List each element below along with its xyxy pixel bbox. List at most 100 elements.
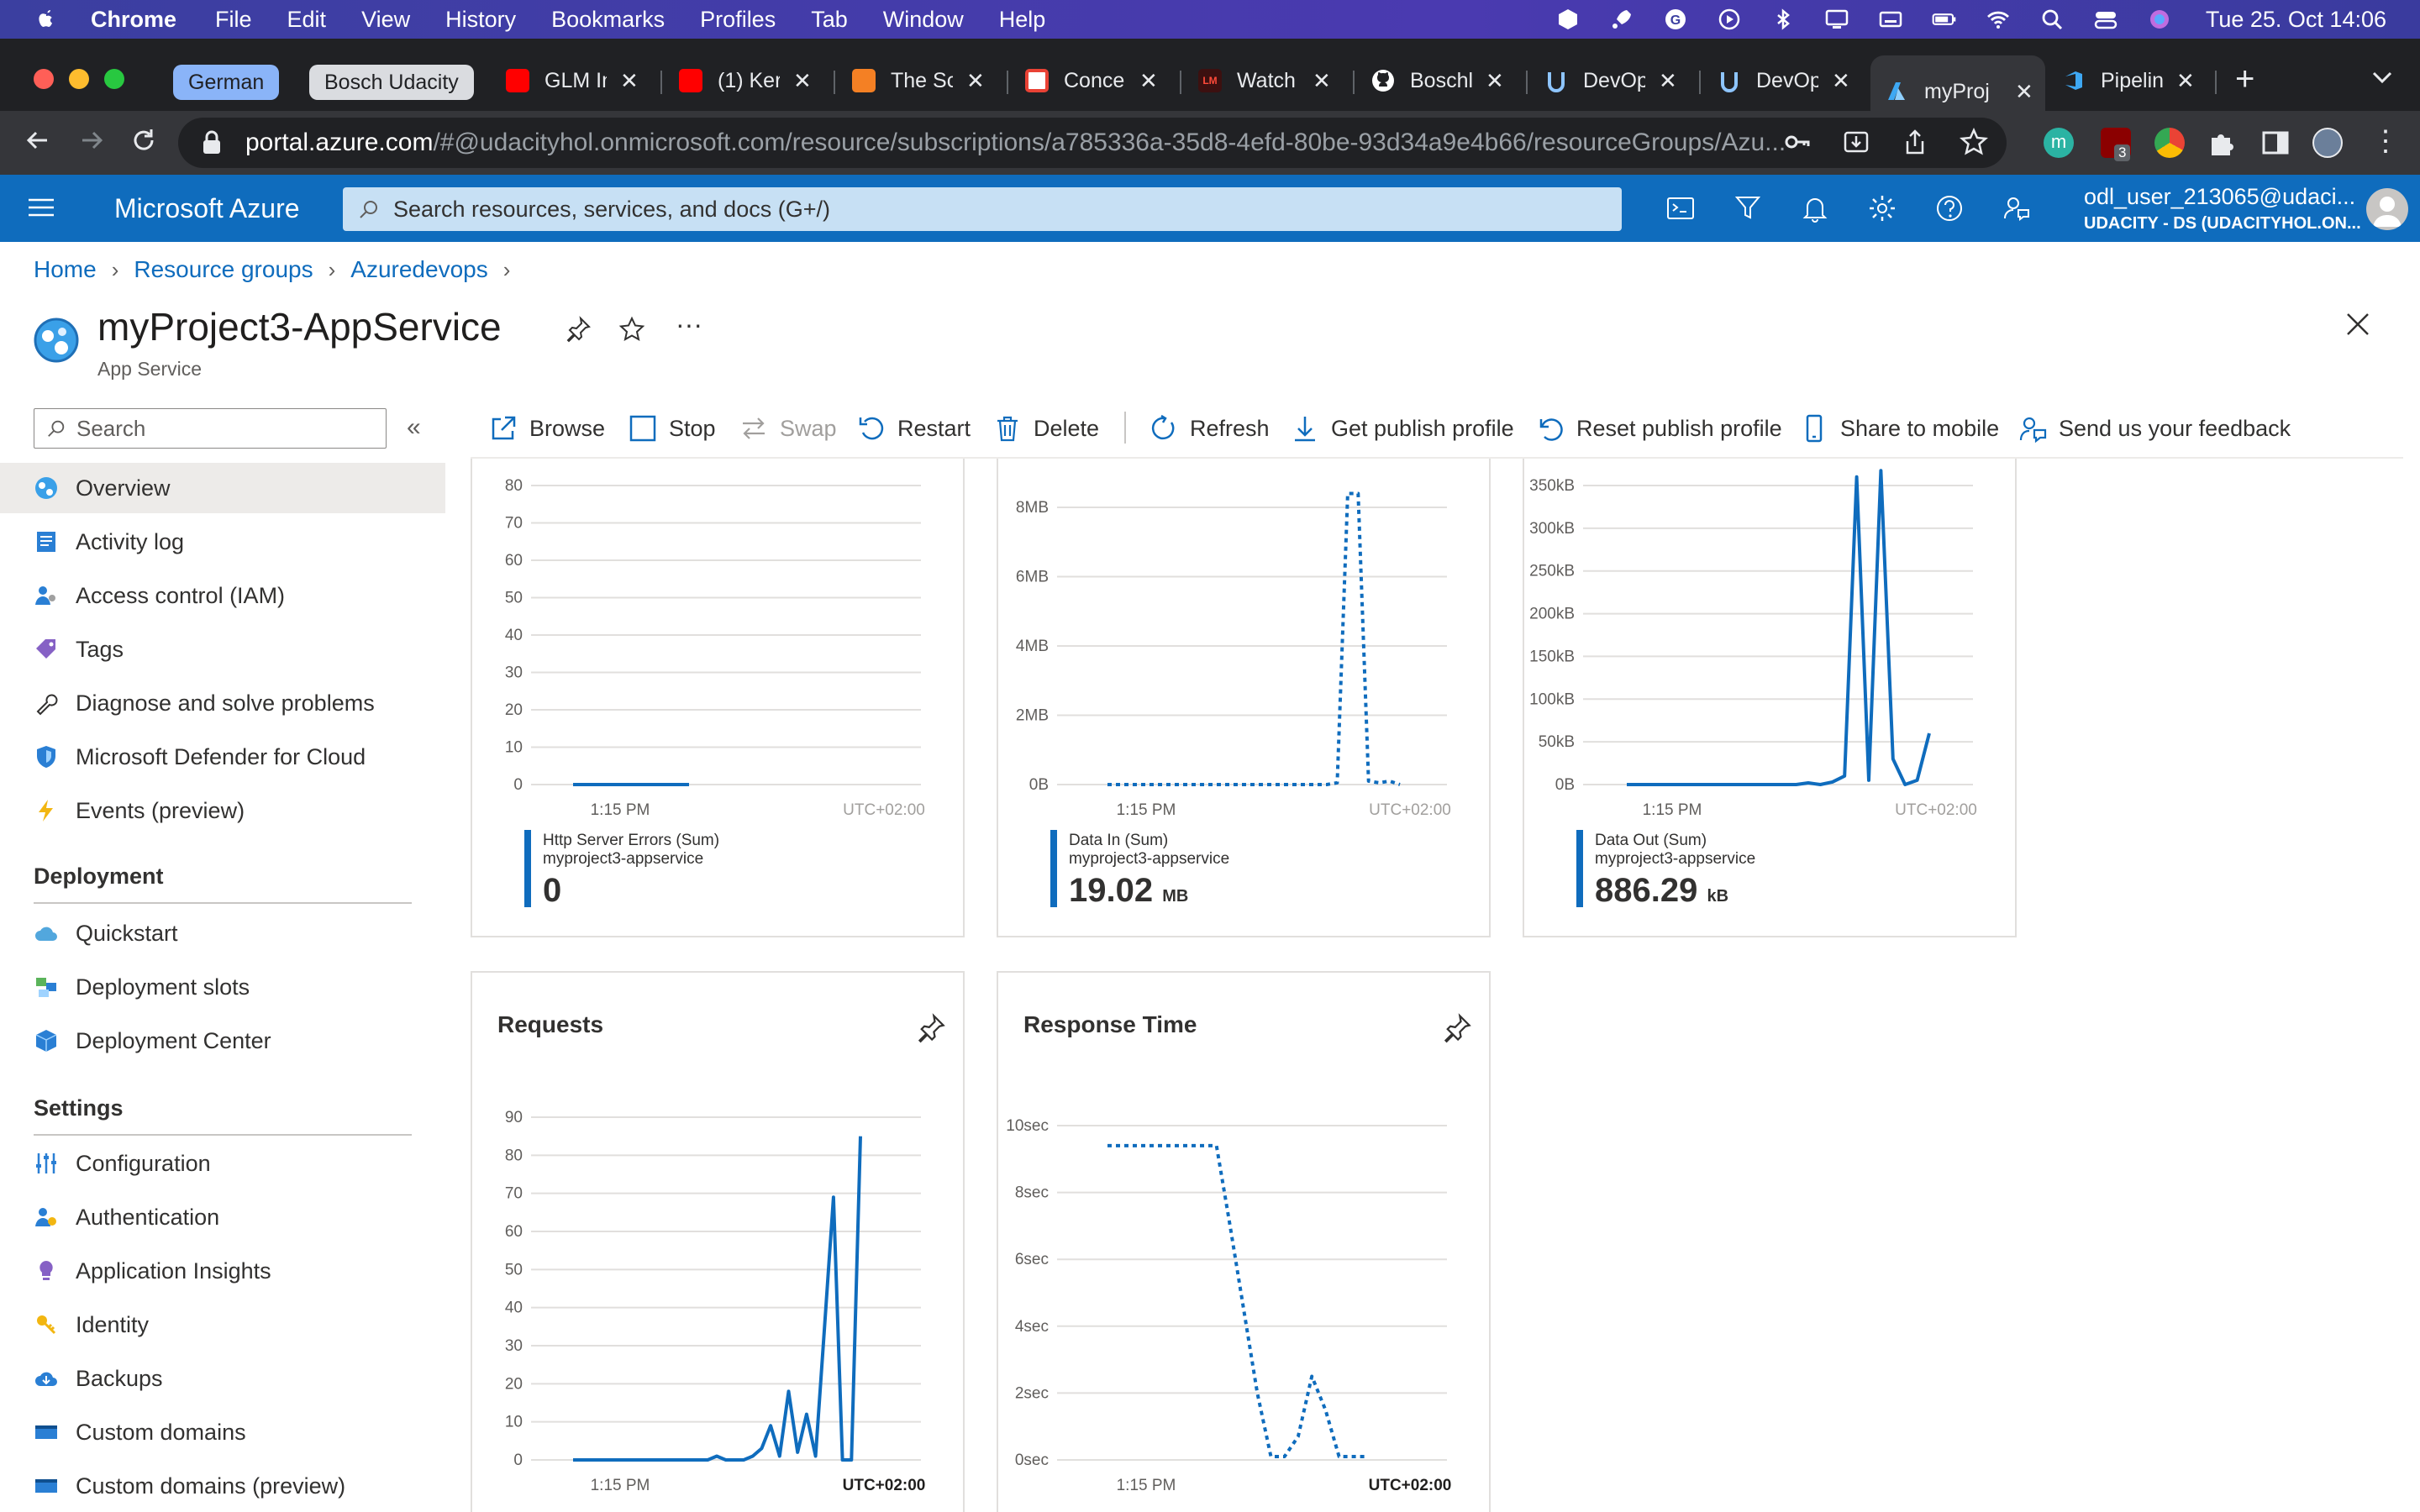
sidebar-item-deployment-center[interactable]: Deployment Center <box>0 1016 445 1066</box>
close-tab-icon[interactable]: ✕ <box>1313 68 1331 94</box>
help-icon[interactable] <box>1934 193 1965 223</box>
browser-tab[interactable]: (1) Ker ✕ <box>679 55 818 106</box>
breadcrumb-resource-groups[interactable]: Resource groups <box>134 256 313 283</box>
get-publish-profile-button[interactable]: Get publish profile <box>1291 410 1514 447</box>
avatar[interactable] <box>2366 188 2408 230</box>
delete-button[interactable]: Delete <box>993 410 1099 447</box>
series-line[interactable] <box>1627 469 1931 786</box>
address-bar[interactable]: portal.azure.com/#@udacityhol.onmicrosof… <box>178 118 2007 168</box>
menu-help[interactable]: Help <box>999 7 1046 33</box>
profile-avatar[interactable] <box>2312 128 2343 158</box>
sidebar-item-custom-domains-preview[interactable]: Custom domains (preview) <box>0 1461 445 1511</box>
series-line[interactable] <box>1107 491 1401 786</box>
sidebar-item-configuration[interactable]: Configuration <box>0 1138 445 1189</box>
browser-tab[interactable]: Boschl ✕ <box>1371 55 1511 106</box>
restart-button[interactable]: Restart <box>857 410 971 447</box>
reset-publish-profile-button[interactable]: Reset publish profile <box>1536 410 1782 447</box>
close-tab-icon[interactable]: ✕ <box>1139 68 1158 94</box>
refresh-button[interactable]: Refresh <box>1150 410 1270 447</box>
new-tab-button[interactable]: + <box>2235 60 2254 98</box>
sidebar-item-backups[interactable]: Backups <box>0 1353 445 1404</box>
close-tab-icon[interactable]: ✕ <box>966 68 985 94</box>
control-center-icon[interactable] <box>2093 7 2118 32</box>
sidebar-item-deployment-slots[interactable]: Deployment slots <box>0 962 445 1012</box>
collapse-sidebar-icon[interactable]: « <box>407 413 421 442</box>
sidebar-item-events[interactable]: Events (preview) <box>0 785 445 836</box>
sidebar-item-iam[interactable]: Access control (IAM) <box>0 570 445 621</box>
forward-button[interactable] <box>77 126 106 162</box>
tab-group-german[interactable]: German <box>173 65 280 100</box>
chrome-menu-icon[interactable]: ⋮ <box>2371 124 2400 158</box>
gear-icon[interactable] <box>1867 193 1897 223</box>
series-line[interactable] <box>573 1136 862 1462</box>
battery-icon[interactable] <box>1932 7 1957 32</box>
extension-m-icon[interactable]: m <box>2044 128 2074 158</box>
close-icon[interactable] <box>2344 311 2371 338</box>
install-icon[interactable] <box>1842 128 1870 156</box>
back-button[interactable] <box>24 126 52 162</box>
key-icon[interactable] <box>1783 128 1812 156</box>
close-tab-icon[interactable]: ✕ <box>2015 79 2033 105</box>
directory-filter-icon[interactable] <box>1733 193 1763 223</box>
browser-tab[interactable]: DevOp ✕ <box>1718 55 1857 106</box>
send-feedback-button[interactable]: Send us your feedback <box>2018 410 2291 447</box>
close-tab-icon[interactable]: ✕ <box>620 68 639 94</box>
sidebar-item-tags[interactable]: Tags <box>0 624 445 675</box>
rocket-status-icon[interactable] <box>1609 7 1634 32</box>
tile-http-errors[interactable]: 0 10 20 30 40 50 60 70 80 1:15 PM UTC+02:00 Http S… <box>471 403 965 937</box>
extension-chrome-icon[interactable] <box>2154 128 2185 158</box>
sidebar-item-custom-domains[interactable]: Custom domains <box>0 1407 445 1457</box>
share-icon[interactable] <box>1901 128 1929 156</box>
azure-brand[interactable]: Microsoft Azure <box>114 193 300 224</box>
keyboard-icon[interactable] <box>1878 7 1903 32</box>
browser-tab[interactable]: Pipelin ✕ <box>2062 55 2202 106</box>
sidebar-item-overview[interactable]: Overview <box>0 463 445 513</box>
sidebar-item-quickstart[interactable]: Quickstart <box>0 908 445 958</box>
tab-group-bosch-udacity[interactable]: Bosch Udacity <box>309 65 474 100</box>
reload-button[interactable] <box>129 126 158 162</box>
browser-tab[interactable]: LM Watch ✕ <box>1198 55 1338 106</box>
azure-search-input[interactable]: Search resources, services, and docs (G+… <box>343 187 1622 231</box>
tile-data-in[interactable]: 0B 2MB 4MB 6MB 8MB 1:15 PM UTC+02:00 Data In (… <box>997 403 1491 937</box>
close-tab-icon[interactable]: ✕ <box>1486 68 1504 94</box>
menu-edit[interactable]: Edit <box>287 7 327 33</box>
sidebar-item-activity-log[interactable]: Activity log <box>0 517 445 567</box>
extension-ublock-icon[interactable]: 3 <box>2101 128 2131 161</box>
side-panel-icon[interactable] <box>2260 128 2291 158</box>
apple-icon[interactable] <box>34 7 59 32</box>
sidebar-item-diagnose[interactable]: Diagnose and solve problems <box>0 678 445 728</box>
tile-requests[interactable]: Requests 0 10 20 30 40 50 60 70 80 90 1:15 PM UTC+0… <box>471 971 965 1512</box>
sidebar-search-input[interactable]: Search <box>34 408 387 449</box>
extensions-puzzle-icon[interactable] <box>2207 128 2237 158</box>
breadcrumb-azuredevops[interactable]: Azuredevops <box>350 256 487 283</box>
browser-tab[interactable]: DevOp ✕ <box>1544 55 1684 106</box>
minimize-window-button[interactable] <box>69 69 89 89</box>
browser-tab[interactable]: The Sc ✕ <box>852 55 992 106</box>
clock[interactable]: Tue 25. Oct 14:06 <box>2206 7 2386 33</box>
close-tab-icon[interactable]: ✕ <box>793 68 812 94</box>
url-text[interactable]: portal.azure.com/#@udacityhol.onmicrosof… <box>245 129 1786 157</box>
pin-title-button[interactable] <box>565 316 592 349</box>
more-options-icon[interactable]: ··· <box>676 309 702 340</box>
cube-status-icon[interactable] <box>1555 7 1581 32</box>
tile-data-out[interactable]: 0B 50kB 100kB 150kB 200kB 250kB 300kB 350kB 1:15… <box>1523 403 2017 937</box>
menu-app-chrome[interactable]: Chrome <box>91 7 176 33</box>
menu-window[interactable]: Window <box>883 7 964 33</box>
tile-response-time[interactable]: Response Time 0sec 2sec 4sec 6sec 8sec 10sec 1… <box>997 971 1491 1512</box>
favorite-button[interactable] <box>618 316 645 349</box>
menu-file[interactable]: File <box>215 7 252 33</box>
grammarly-status-icon[interactable]: G <box>1663 7 1688 32</box>
browser-tab[interactable]: Conce ✕ <box>1025 55 1165 106</box>
sidebar-item-application-insights[interactable]: Application Insights <box>0 1246 445 1296</box>
menu-tab[interactable]: Tab <box>811 7 848 33</box>
breadcrumb-home[interactable]: Home <box>34 256 97 283</box>
close-tab-icon[interactable]: ✕ <box>1659 68 1677 94</box>
display-icon[interactable] <box>1824 7 1849 32</box>
tab-search-button[interactable] <box>2371 69 2393 90</box>
wifi-icon[interactable] <box>1986 7 2011 32</box>
hamburger-menu-icon[interactable] <box>27 195 55 220</box>
menu-bookmarks[interactable]: Bookmarks <box>551 7 665 33</box>
browser-tab[interactable]: GLM In ✕ <box>506 55 645 106</box>
zoom-window-button[interactable] <box>104 69 124 89</box>
swap-button[interactable]: Swap <box>739 410 837 447</box>
